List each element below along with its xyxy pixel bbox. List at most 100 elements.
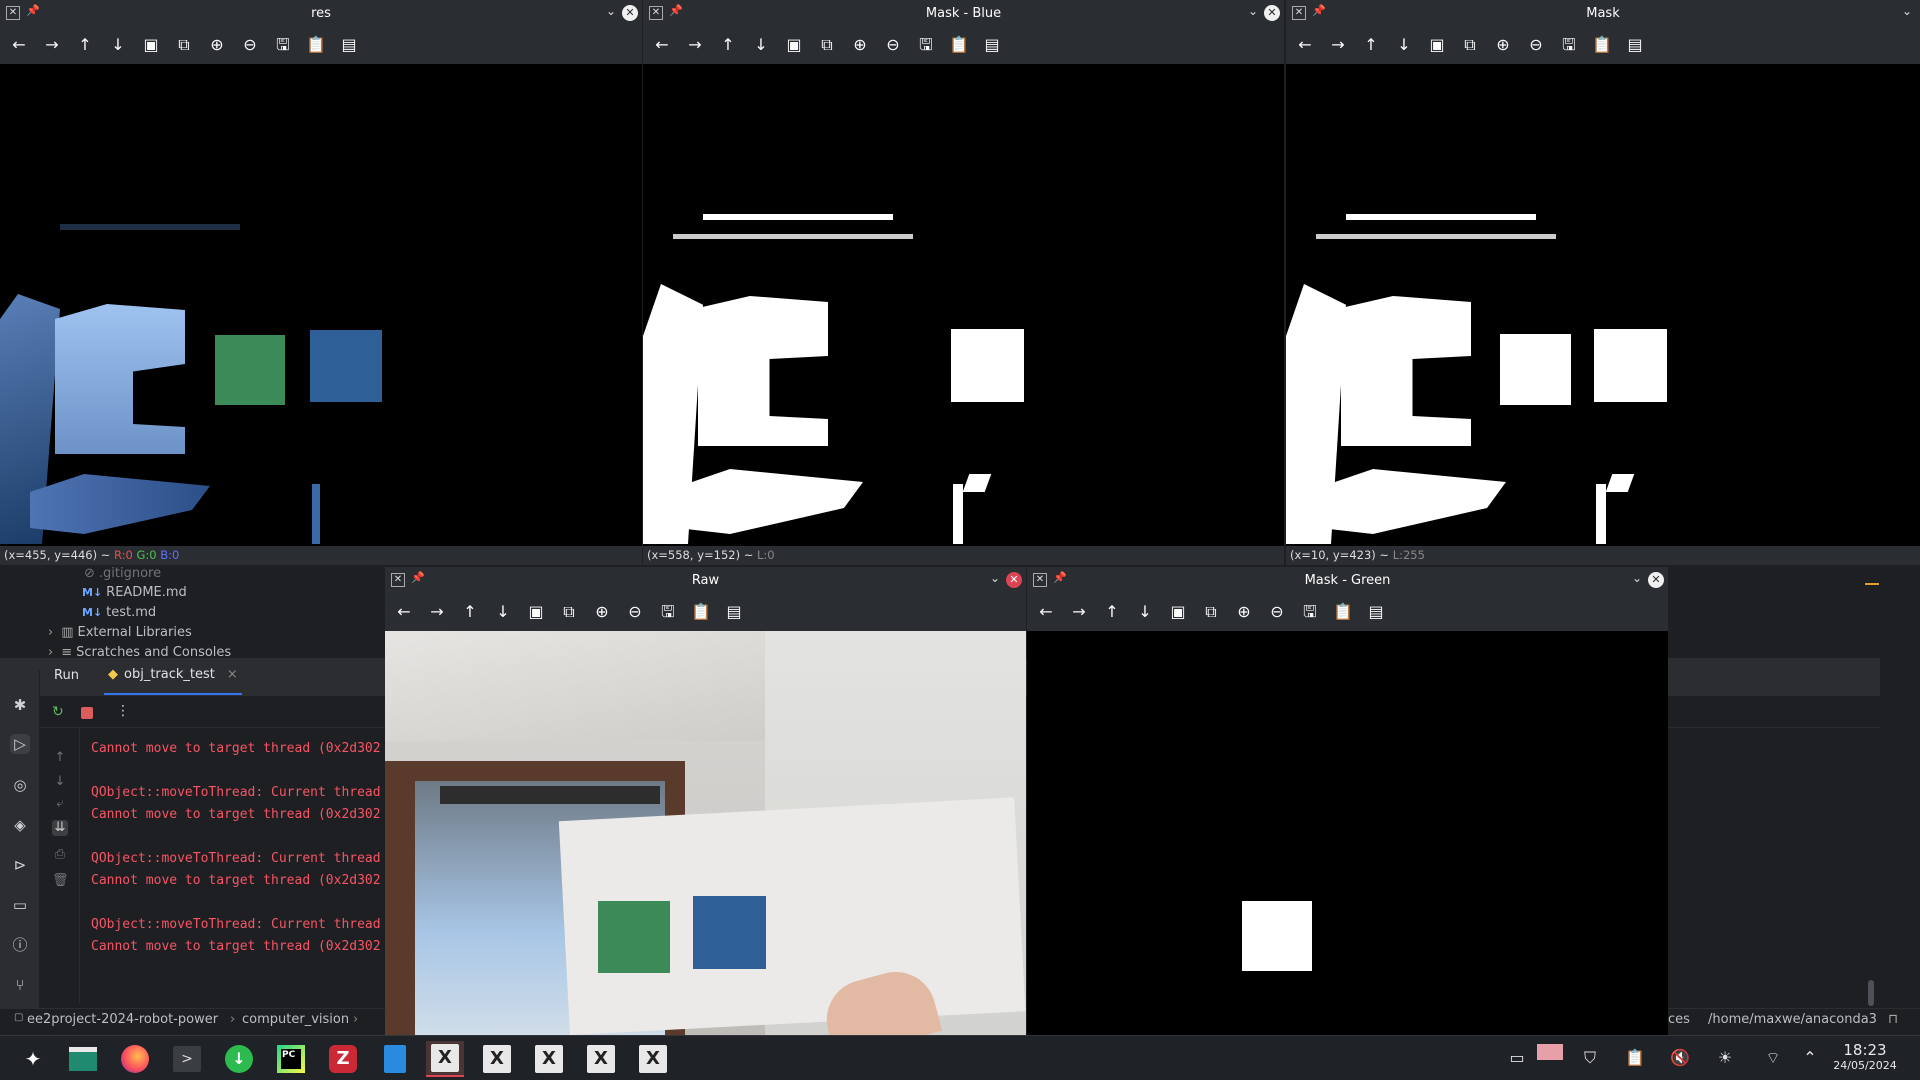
arrow-up-icon[interactable]: ↑	[74, 34, 96, 56]
clipboard-icon[interactable]: 📋	[305, 34, 327, 56]
firefox-icon[interactable]	[116, 1041, 154, 1077]
properties-icon[interactable]: ▤	[1624, 34, 1646, 56]
image-icon[interactable]: ▣	[1167, 601, 1189, 623]
clipboard-icon[interactable]: 📋	[1332, 601, 1354, 623]
console-scrollbar[interactable]	[1868, 980, 1874, 1006]
tree-item-external-libraries[interactable]: › ▥ External Libraries	[48, 622, 192, 642]
close-icon[interactable]: ✕	[1006, 572, 1022, 588]
properties-icon[interactable]: ▤	[1365, 601, 1387, 623]
text-editor-icon[interactable]	[376, 1041, 414, 1077]
zoom-out-icon[interactable]: ⊖	[882, 34, 904, 56]
clipboard-icon[interactable]: 📋	[690, 601, 712, 623]
window-titlebar[interactable]: ✕ 📌 res ⌄ ✕	[0, 0, 642, 26]
pin-icon[interactable]: 📌	[669, 4, 683, 17]
breadcrumb-folder[interactable]: computer_vision	[242, 1012, 349, 1027]
save-icon[interactable]: 🖫	[1558, 34, 1580, 56]
image-export-icon[interactable]: ⧉	[173, 34, 195, 56]
window-titlebar[interactable]: ✕ 📌 Raw ⌄ ✕	[385, 567, 1026, 593]
save-icon[interactable]: 🖫	[915, 34, 937, 56]
chevron-down-icon[interactable]: ⌄	[606, 4, 616, 18]
pin-icon[interactable]: 📌	[411, 571, 425, 584]
breadcrumb-project[interactable]: ee2project-2024-robot-power	[27, 1012, 218, 1027]
arrow-left-icon[interactable]: ←	[651, 34, 673, 56]
close-icon[interactable]: ✕	[1264, 5, 1280, 21]
trash-icon[interactable]: 🗑	[52, 873, 69, 889]
arrow-right-icon[interactable]: →	[1327, 34, 1349, 56]
download-manager-icon[interactable]: ↓	[220, 1041, 258, 1077]
arrow-up-icon[interactable]: ↑	[1101, 601, 1123, 623]
arrow-down-icon[interactable]: ↓	[1134, 601, 1156, 623]
image-canvas[interactable]	[643, 64, 1284, 546]
clock[interactable]: 18:23 24/05/2024	[1830, 1041, 1900, 1072]
debug-icon[interactable]: ✱	[10, 695, 30, 715]
properties-icon[interactable]: ▤	[723, 601, 745, 623]
run-config-tab[interactable]: ◆ obj_track_test ×	[104, 661, 242, 695]
arrow-left-icon[interactable]: ←	[1294, 34, 1316, 56]
tree-item-gitignore[interactable]: ⊘ .gitignore	[84, 563, 161, 583]
arrow-left-icon[interactable]: ←	[8, 34, 30, 56]
zoom-in-icon[interactable]: ⊕	[849, 34, 871, 56]
more-options-icon[interactable]: ⋮	[116, 703, 130, 719]
arrow-down-icon[interactable]: ↓	[492, 601, 514, 623]
pin-icon[interactable]: 📌	[26, 4, 40, 17]
file-manager-icon[interactable]	[64, 1041, 102, 1077]
image-export-icon[interactable]: ⧉	[816, 34, 838, 56]
arrow-left-icon[interactable]: ←	[393, 601, 415, 623]
x-window-task[interactable]: X	[634, 1041, 672, 1077]
chevron-down-icon[interactable]: ⌄	[990, 571, 1000, 585]
zoom-in-icon[interactable]: ⊕	[1492, 34, 1514, 56]
zoom-out-icon[interactable]: ⊖	[1525, 34, 1547, 56]
x-window-task[interactable]: X	[478, 1041, 516, 1077]
window-titlebar[interactable]: ✕ 📌 Mask ⌄	[1286, 0, 1920, 26]
arrow-right-icon[interactable]: →	[684, 34, 706, 56]
tree-item-test-md[interactable]: M↓ test.md	[82, 602, 156, 622]
lock-icon[interactable]: ⊓	[1888, 1012, 1898, 1027]
chevron-down-icon[interactable]: ⌄	[1632, 571, 1642, 585]
arrow-down-icon[interactable]: ↓	[750, 34, 772, 56]
close-icon[interactable]: ✕	[1648, 572, 1664, 588]
scroll-up-icon[interactable]: ↑	[52, 750, 68, 766]
tree-item-readme[interactable]: M↓ README.md	[82, 582, 187, 602]
save-icon[interactable]: 🖫	[657, 601, 679, 623]
clipboard-icon[interactable]: 📋	[948, 34, 970, 56]
pin-icon[interactable]: 📌	[1053, 571, 1067, 584]
arrow-up-icon[interactable]: ↑	[459, 601, 481, 623]
close-tab-icon[interactable]: ×	[227, 667, 238, 687]
print-icon[interactable]: ⎙	[52, 847, 68, 863]
pager-icon[interactable]	[1537, 1044, 1563, 1060]
pycharm-icon[interactable]: PC	[272, 1041, 310, 1077]
arrow-up-icon[interactable]: ↑	[717, 34, 739, 56]
image-export-icon[interactable]: ⧉	[558, 601, 580, 623]
app-launcher-icon[interactable]: ✦	[14, 1041, 52, 1077]
window-titlebar[interactable]: ✕ 📌 Mask - Green ⌄ ✕	[1027, 567, 1668, 593]
image-icon[interactable]: ▣	[140, 34, 162, 56]
arrow-down-icon[interactable]: ↓	[1393, 34, 1415, 56]
security-shield-icon[interactable]: ⛉	[1578, 1046, 1602, 1070]
x-window-task-raw[interactable]: X	[426, 1041, 464, 1077]
arrow-up-icon[interactable]: ↑	[1360, 34, 1382, 56]
terminal-app-icon[interactable]: >	[168, 1041, 206, 1077]
arrow-right-icon[interactable]: →	[1068, 601, 1090, 623]
soft-wrap-icon[interactable]: ⤶	[52, 796, 68, 812]
clipboard-tray-icon[interactable]: 📋	[1623, 1046, 1647, 1070]
zoom-out-icon[interactable]: ⊖	[239, 34, 261, 56]
save-icon[interactable]: 🖫	[272, 34, 294, 56]
stop-icon[interactable]	[81, 707, 93, 719]
show-desktop-icon[interactable]: ▭	[1505, 1046, 1529, 1070]
x-window-task[interactable]: X	[530, 1041, 568, 1077]
problems-icon[interactable]: ⓘ	[10, 935, 30, 955]
run-icon[interactable]: ▷	[10, 734, 30, 754]
image-export-icon[interactable]: ⧉	[1459, 34, 1481, 56]
terminal-icon[interactable]: ▭	[10, 895, 30, 915]
python-interpreter[interactable]: /home/maxwe/anaconda3	[1708, 1012, 1877, 1027]
image-icon[interactable]: ▣	[783, 34, 805, 56]
properties-icon[interactable]: ▤	[338, 34, 360, 56]
zoom-out-icon[interactable]: ⊖	[624, 601, 646, 623]
services-icon[interactable]: ⊳	[10, 855, 30, 875]
chevron-up-icon[interactable]: ⌃	[1798, 1046, 1822, 1070]
image-canvas[interactable]	[1027, 631, 1668, 1035]
image-icon[interactable]: ▣	[1426, 34, 1448, 56]
zoom-in-icon[interactable]: ⊕	[1233, 601, 1255, 623]
save-icon[interactable]: 🖫	[1299, 601, 1321, 623]
arrow-right-icon[interactable]: →	[41, 34, 63, 56]
